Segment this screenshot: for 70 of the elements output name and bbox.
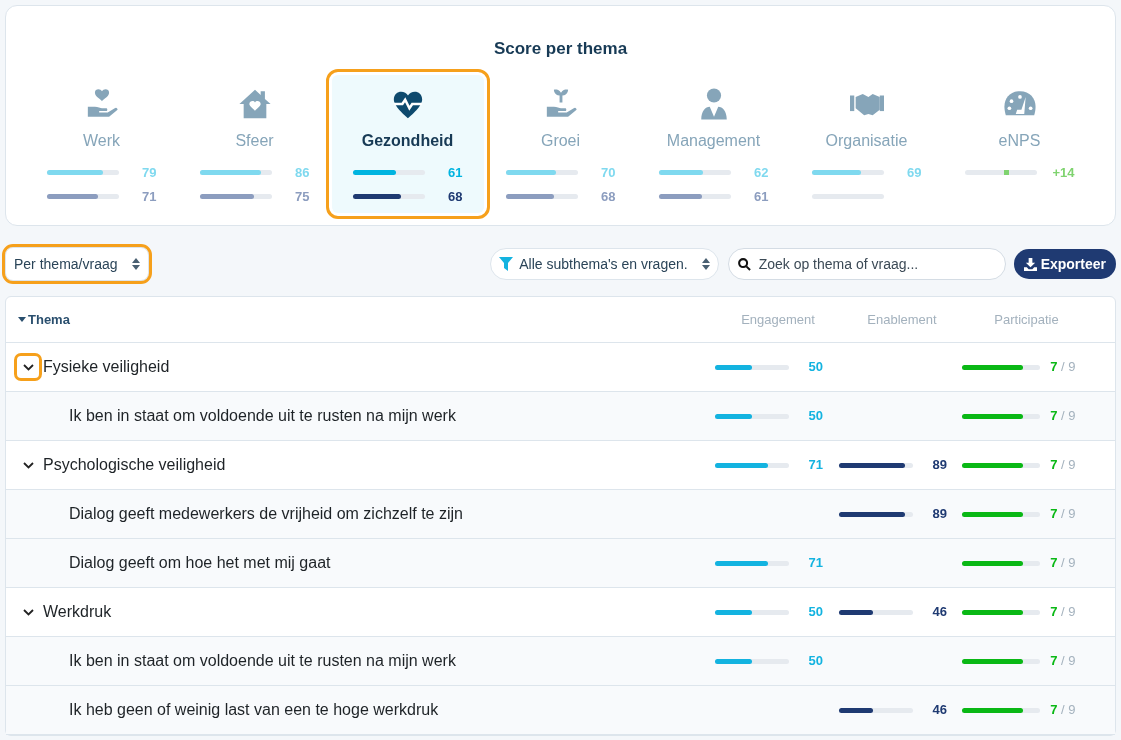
column-header[interactable]: Thema	[18, 309, 716, 330]
engagement-score: 50	[807, 407, 823, 426]
chevron-down-icon	[22, 363, 34, 371]
theme-label: Psychologische veiligheid	[43, 455, 226, 475]
engagement-score: 50	[807, 603, 823, 622]
export-button[interactable]: Exporteer	[1013, 249, 1116, 279]
theme-card[interactable]: eNPS +14	[943, 74, 1096, 213]
participation-count: 7 / 9	[1050, 358, 1077, 377]
column-header: Participatie	[993, 310, 1060, 329]
enablement-score: 89	[931, 505, 947, 524]
search-icon	[737, 258, 751, 271]
sort-caret-icon	[701, 258, 710, 270]
question-label: Ik heb geen of weinig last van een te hoge werkdruk	[69, 700, 439, 720]
engagement-score: +14	[1052, 163, 1075, 182]
participation-count: 7 / 9	[1050, 505, 1077, 524]
enablement-score: 68	[601, 187, 616, 206]
participation-count: 7 / 9	[1050, 701, 1077, 720]
engagement-score: 69	[907, 163, 922, 182]
enablement-score: 68	[448, 187, 463, 206]
enablement-score: 75	[295, 187, 310, 206]
theme-label: Werkdruk	[43, 602, 112, 622]
chevron-down-icon	[22, 608, 34, 616]
theme-name: Sfeer	[235, 130, 274, 151]
participation-count: 7 / 9	[1050, 407, 1077, 426]
enablement-score: 61	[754, 187, 769, 206]
column-header: Enablement	[866, 310, 938, 329]
participation-count: 7 / 9	[1050, 603, 1077, 622]
theme-name: Management	[666, 130, 761, 151]
theme-card[interactable]: Groei 70 68	[484, 74, 637, 213]
sort-caret-icon	[131, 258, 140, 270]
filter-dropdown[interactable]: Alle subthema's en vragen.	[490, 248, 719, 280]
question-label: Ik ben in staat om voldoende uit te rusten na mijn werk	[69, 651, 456, 671]
theme-name: Gezondheid	[361, 130, 454, 151]
view-dropdown[interactable]: Per thema/vraag	[5, 247, 149, 281]
expand-toggle[interactable]	[17, 356, 39, 378]
engagement-score: 50	[807, 358, 823, 377]
chevron-down-icon	[22, 461, 34, 469]
question-label: Dialog geeft om hoe het met mij gaat	[69, 553, 331, 573]
engagement-score: 86	[295, 163, 310, 182]
theme-card[interactable]: Organisatie 69	[790, 74, 943, 213]
question-label: Ik ben in staat om voldoende uit te rusten na mijn werk	[69, 406, 456, 426]
theme-name: Organisatie	[825, 130, 908, 151]
participation-count: 7 / 9	[1050, 652, 1077, 671]
panel-title: Score per thema	[493, 38, 628, 60]
enablement-score: 71	[142, 187, 157, 206]
theme-label: Fysieke veiligheid	[43, 357, 170, 377]
theme-name: Werk	[82, 130, 120, 151]
engagement-score: 71	[807, 456, 823, 475]
engagement-score: 70	[601, 163, 616, 182]
theme-card[interactable]: Management 62 61	[637, 74, 790, 213]
enablement-score: 89	[931, 456, 947, 475]
theme-name: Groei	[540, 130, 581, 151]
sort-down-icon	[18, 317, 26, 322]
column-header: Engagement	[740, 310, 816, 329]
theme-name: eNPS	[998, 130, 1041, 151]
filter-icon	[499, 257, 514, 271]
theme-card[interactable]: Sfeer 86 75	[178, 74, 331, 213]
engagement-score: 71	[807, 554, 823, 573]
question-label: Dialog geeft medewerkers de vrijheid om zichzelf te zijn	[69, 504, 463, 524]
enablement-score: 46	[931, 603, 947, 622]
participation-count: 7 / 9	[1050, 554, 1077, 573]
engagement-score: 79	[142, 163, 157, 182]
enablement-score: 46	[931, 701, 947, 720]
engagement-score: 61	[448, 163, 463, 182]
engagement-score: 62	[754, 163, 769, 182]
search-field[interactable]: Zoek op thema of vraag...	[727, 248, 1006, 280]
theme-card[interactable]: Werk 79 71	[25, 74, 178, 213]
download-icon	[1023, 257, 1037, 271]
engagement-score: 50	[807, 652, 823, 671]
participation-count: 7 / 9	[1050, 456, 1077, 475]
